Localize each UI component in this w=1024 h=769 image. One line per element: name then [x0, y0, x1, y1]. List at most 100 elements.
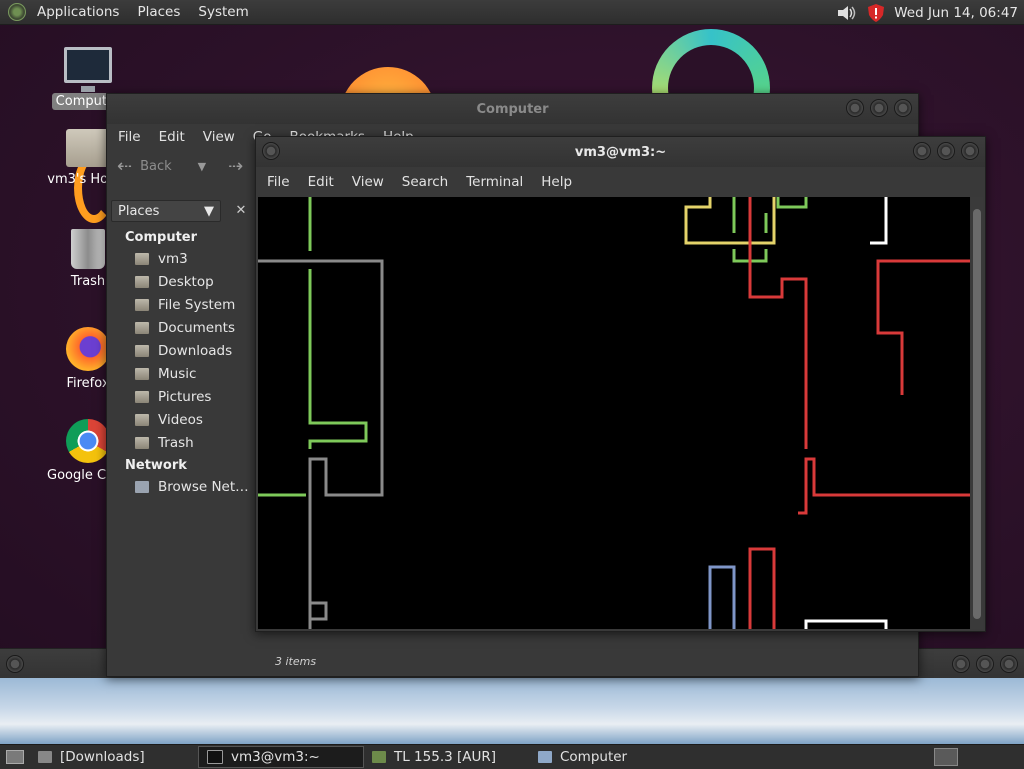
back-arrow-icon[interactable]: ⇠ — [117, 156, 132, 177]
file-manager-titlebar[interactable]: Computer — [107, 94, 918, 124]
pipe-red — [798, 457, 970, 515]
minimize-icon[interactable] — [952, 655, 970, 673]
close-icon[interactable] — [894, 99, 912, 117]
sidebar-item-music[interactable]: Music — [111, 362, 255, 385]
home-folder-icon — [66, 129, 110, 167]
pipe-red — [876, 259, 970, 395]
desktop-folder-icon — [135, 275, 149, 288]
pipe-red — [748, 197, 808, 449]
item-count: 3 items — [275, 654, 317, 668]
close-sidebar-icon[interactable]: ✕ — [231, 200, 251, 222]
back-button[interactable]: Back — [140, 159, 172, 174]
menu-terminal[interactable]: Terminal — [457, 174, 532, 190]
maximize-icon[interactable] — [976, 655, 994, 673]
sidebar-item-documents[interactable]: Documents — [111, 316, 255, 339]
menu-view[interactable]: View — [194, 129, 244, 145]
network-icon — [135, 480, 149, 493]
menu-view[interactable]: View — [343, 174, 393, 190]
sidebar-item-vm3[interactable]: vm3 — [111, 247, 255, 270]
volume-icon[interactable] — [836, 4, 858, 22]
pipe-blue — [708, 565, 736, 629]
menu-search[interactable]: Search — [393, 174, 457, 190]
sidebar-item-label: Pictures — [158, 388, 212, 405]
menu-help[interactable]: Help — [532, 174, 581, 190]
menu-applications[interactable]: Applications — [28, 4, 128, 20]
pipe-green — [308, 269, 368, 449]
minimize-icon[interactable] — [913, 142, 931, 160]
sidebar-item-label: Trash — [158, 434, 194, 451]
scrollbar-thumb[interactable] — [973, 209, 981, 619]
places-dropdown-label: Places — [118, 203, 160, 219]
terminal-titlebar[interactable]: vm3@vm3:~ — [256, 137, 985, 167]
close-icon[interactable] — [1000, 655, 1018, 673]
pictures-folder-icon — [135, 390, 149, 403]
menu-edit[interactable]: Edit — [299, 174, 343, 190]
downloads-folder-icon — [135, 344, 149, 357]
taskbar-item-terminal[interactable]: vm3@vm3:~ — [198, 746, 364, 768]
places-sidebar: Places ▼ ✕ Computer vm3 Desktop File Sys… — [111, 200, 255, 630]
menu-edit[interactable]: Edit — [150, 129, 194, 145]
chevron-down-icon: ▼ — [204, 203, 214, 219]
sidebar-item-label: vm3 — [158, 250, 188, 267]
sidebar-heading-network: Network — [125, 458, 187, 473]
pipe-green — [732, 197, 808, 263]
menu-system[interactable]: System — [189, 4, 257, 20]
terminal-screen[interactable] — [258, 197, 970, 629]
status-bar: 3 items — [257, 648, 917, 674]
workspace-icon — [934, 748, 958, 766]
pipe-yellow — [684, 197, 776, 245]
taskbar-item-label: vm3@vm3:~ — [231, 749, 320, 765]
terminal-scrollbar[interactable] — [971, 197, 983, 629]
trash-icon — [71, 229, 105, 269]
distro-logo-icon[interactable] — [8, 3, 26, 21]
places-dropdown[interactable]: Places ▼ — [111, 200, 221, 222]
forward-arrow-icon[interactable]: ⇢ — [228, 156, 243, 177]
taskbar-item-package[interactable]: TL 155.3 [AUR] — [364, 746, 530, 768]
show-desktop-button[interactable] — [0, 746, 30, 768]
clock[interactable]: Wed Jun 14, 06:47 — [894, 5, 1020, 21]
panel-tray: Wed Jun 14, 06:47 — [836, 0, 1020, 25]
desktop-icon-label: Trash — [70, 274, 106, 289]
sidebar-item-downloads[interactable]: Downloads — [111, 339, 255, 362]
sidebar-item-label: Music — [158, 365, 197, 382]
drive-icon — [135, 298, 149, 311]
folder-icon — [38, 751, 52, 763]
pipe-gray — [258, 259, 384, 629]
chrome-icon — [66, 419, 110, 463]
menu-places[interactable]: Places — [128, 4, 189, 20]
top-panel: Applications Places System Wed Jun 14, 0… — [0, 0, 1024, 25]
menu-file[interactable]: File — [258, 174, 299, 190]
pipes-screensaver-drawing — [258, 197, 970, 629]
sidebar-item-trash[interactable]: Trash — [111, 431, 255, 454]
window-title: vm3@vm3:~ — [574, 144, 667, 160]
sidebar-item-browse-network[interactable]: Browse Net… — [111, 475, 255, 498]
computer-icon — [64, 47, 112, 92]
maximize-icon[interactable] — [870, 99, 888, 117]
sidebar-item-desktop[interactable]: Desktop — [111, 270, 255, 293]
update-shield-icon[interactable] — [866, 3, 886, 23]
back-history-dropdown-icon[interactable]: ▼ — [198, 160, 206, 173]
sidebar-heading-computer: Computer — [125, 230, 198, 245]
firefox-icon — [66, 327, 110, 371]
workspace-switcher[interactable] — [934, 748, 958, 766]
sidebar-item-videos[interactable]: Videos — [111, 408, 255, 431]
close-icon[interactable] — [961, 142, 979, 160]
pipe-white — [804, 619, 888, 629]
music-folder-icon — [135, 367, 149, 380]
trash-icon — [135, 436, 149, 449]
sidebar-item-label: Videos — [158, 411, 203, 428]
sidebar-item-pictures[interactable]: Pictures — [111, 385, 255, 408]
terminal-window[interactable]: vm3@vm3:~ File Edit View Search Terminal… — [255, 136, 986, 632]
maximize-icon[interactable] — [937, 142, 955, 160]
sidebar-item-label: Desktop — [158, 273, 214, 290]
menu-file[interactable]: File — [109, 129, 150, 145]
terminal-menubar: File Edit View Search Terminal Help — [256, 167, 985, 197]
terminal-icon — [207, 750, 223, 764]
taskbar-item-downloads[interactable]: [Downloads] — [30, 746, 198, 768]
window-menu-icon[interactable] — [262, 142, 280, 160]
minimize-icon[interactable] — [846, 99, 864, 117]
window-menu-icon[interactable] — [6, 655, 24, 673]
sidebar-item-file-system[interactable]: File System — [111, 293, 255, 316]
sidebar-item-label: File System — [158, 296, 236, 313]
taskbar-item-computer[interactable]: Computer — [530, 746, 710, 768]
